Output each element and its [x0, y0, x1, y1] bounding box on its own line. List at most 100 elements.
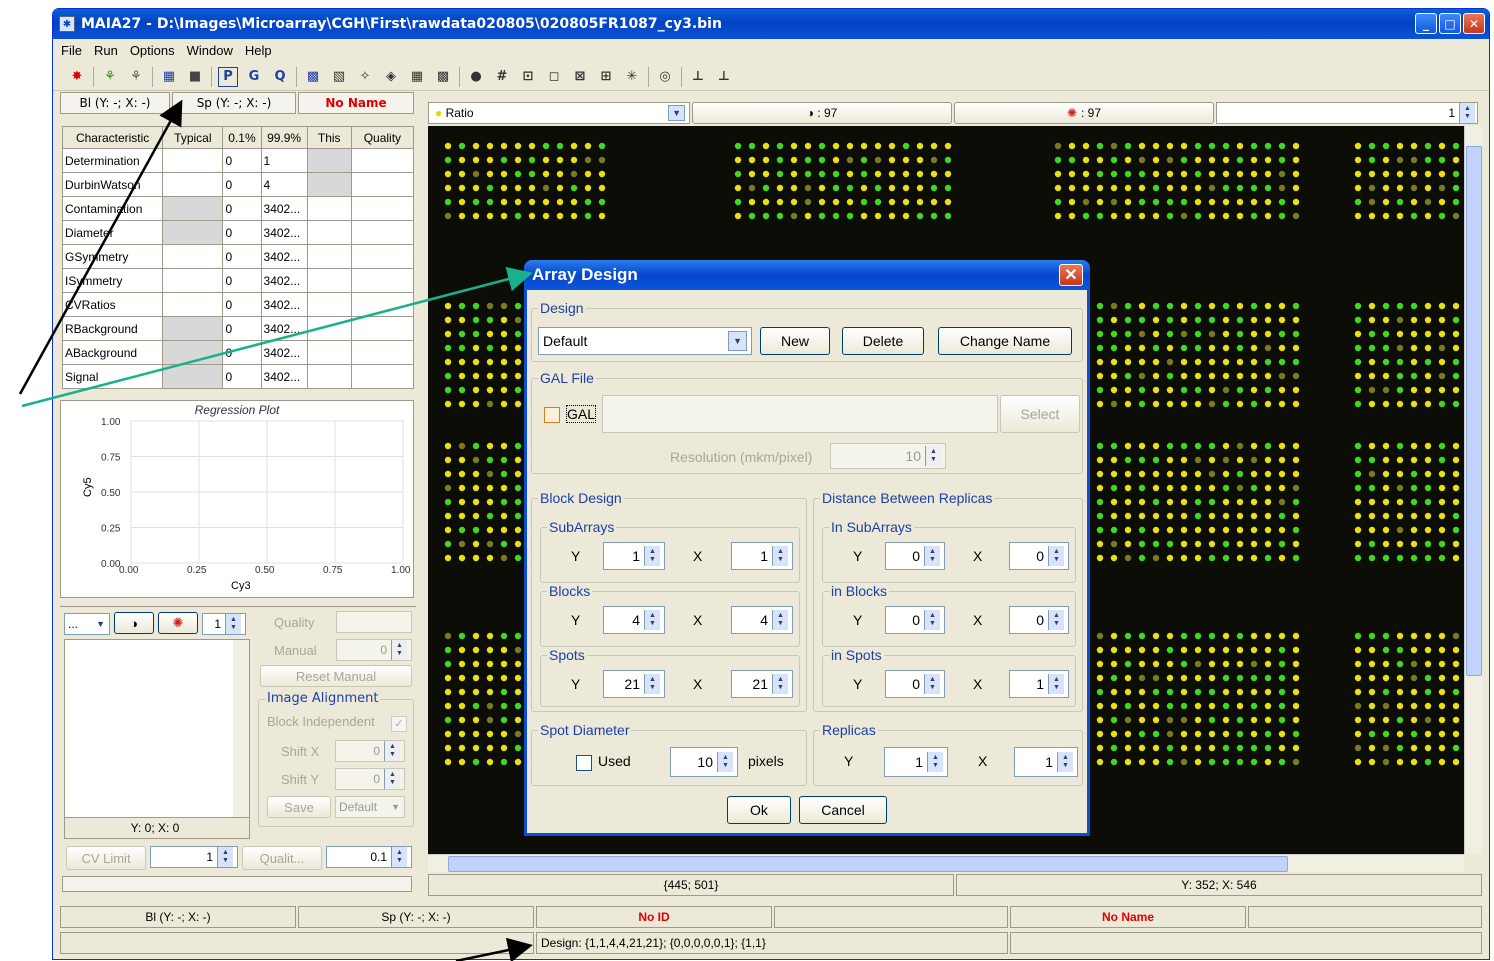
shift-y-spinner[interactable]: 0 ▲ ▼ — [335, 768, 405, 790]
in-blocks-x-spinner[interactable]: 0 ▲ ▼ — [1009, 606, 1069, 634]
spots-y-spinner[interactable]: 21 ▲ ▼ — [603, 670, 665, 698]
half-circle-button[interactable]: ◑ — [114, 612, 154, 634]
quality-limit-spinner[interactable]: 0.1 ▲ ▼ — [326, 846, 412, 868]
spot — [1180, 330, 1188, 338]
reset-manual-button[interactable]: Reset Manual — [260, 665, 412, 687]
delete-button[interactable]: Delete — [842, 327, 924, 355]
plus-box-icon[interactable]: ⊞ — [596, 67, 616, 87]
table-row[interactable]: Signal 0 3402... — [61, 364, 415, 389]
cross-box-icon[interactable]: ⊠ — [570, 67, 590, 87]
col-this[interactable]: This — [306, 126, 352, 149]
col-characteristic[interactable]: Characteristic — [61, 126, 164, 149]
frame-icon[interactable]: ◻ — [544, 67, 564, 87]
shift-x-spinner[interactable]: 0 ▲ ▼ — [335, 740, 405, 762]
target-icon[interactable]: ⊡ — [518, 67, 538, 87]
diameter-spinner[interactable]: 10 ▲ ▼ — [670, 747, 738, 777]
red-sun-button[interactable]: ✺ — [158, 612, 198, 634]
menu-run[interactable]: Run — [94, 43, 118, 58]
table-row[interactable]: GSymmetry 0 3402... — [61, 244, 415, 269]
grid-icon[interactable]: ▦ — [159, 67, 179, 87]
dialog-close-button[interactable]: ✕ — [1059, 264, 1083, 286]
in-spots-y-spinner[interactable]: 0 ▲ ▼ — [885, 670, 945, 698]
maximize-button[interactable]: □ — [1439, 13, 1461, 34]
replicas-y-spinner[interactable]: 1 ▲ ▼ — [884, 747, 948, 777]
quality-limit-button[interactable]: Qualit... — [242, 846, 322, 870]
menu-options[interactable]: Options — [130, 43, 175, 58]
diamond-icon[interactable]: ◈ — [381, 67, 401, 87]
g-icon[interactable]: G — [244, 67, 264, 87]
table-row[interactable]: Contamination 0 3402... — [61, 196, 415, 221]
in-subarrays-y-spinner[interactable]: 0 ▲ ▼ — [885, 542, 945, 570]
col-quality[interactable]: Quality — [350, 126, 415, 149]
table-row[interactable]: RBackground 0 3402... — [61, 316, 415, 341]
in-blocks-y-spinner[interactable]: 0 ▲ ▼ — [885, 606, 945, 634]
cy5-channel-button[interactable]: ◑ : 97 — [692, 102, 952, 124]
mode-dropdown[interactable]: ... ▼ — [64, 613, 110, 635]
menu-file[interactable]: File — [61, 43, 82, 58]
default-dropdown[interactable]: Default ▼ — [335, 796, 405, 818]
col-typical[interactable]: Typical — [162, 126, 224, 149]
view-spinner[interactable]: 1 ▲ ▼ — [202, 613, 246, 635]
subarrays-x-spinner[interactable]: 1 ▲ ▼ — [731, 542, 793, 570]
replicas-x-spinner[interactable]: 1 ▲ ▼ — [1014, 747, 1078, 777]
hash-icon[interactable]: # — [492, 67, 512, 87]
gal-checkbox[interactable] — [544, 407, 560, 423]
col-high[interactable]: 99.9% — [260, 126, 308, 149]
spot-list[interactable] — [64, 639, 250, 827]
matrix-icon[interactable]: ▦ — [407, 67, 427, 87]
change-name-button[interactable]: Change Name — [938, 327, 1072, 355]
p-icon[interactable]: P — [218, 66, 238, 87]
anchor1-icon[interactable]: ⊥ — [688, 67, 708, 87]
star-icon[interactable]: ✧ — [355, 67, 375, 87]
blocks-x-spinner[interactable]: 4 ▲ ▼ — [731, 606, 793, 634]
square-grid-icon[interactable]: ▧ — [329, 67, 349, 87]
table-row[interactable]: CVRatios 0 3402... — [61, 292, 415, 317]
display-mode-dropdown[interactable]: ● Ratio ▼ — [428, 102, 690, 124]
spot — [1236, 400, 1244, 408]
blocks-y-spinner[interactable]: 4 ▲ ▼ — [603, 606, 665, 634]
load-icon[interactable]: ⚘ — [100, 67, 120, 87]
red-star-icon[interactable]: ✸ — [67, 67, 87, 87]
in-spots-x-spinner[interactable]: 1 ▲ ▼ — [1009, 670, 1069, 698]
anchor2-icon[interactable]: ⊥ — [714, 67, 734, 87]
checker-icon[interactable]: ▩ — [303, 67, 323, 87]
menu-help[interactable]: Help — [245, 43, 272, 58]
asterisk-icon[interactable]: ✳ — [622, 67, 642, 87]
select-button[interactable]: Select — [1000, 395, 1080, 433]
zoom-spinner[interactable]: 1 ▲ ▼ — [1216, 102, 1478, 124]
save-button[interactable]: Save — [267, 796, 331, 818]
spot — [1354, 554, 1362, 562]
close-button[interactable]: ✕ — [1463, 13, 1485, 34]
cy3-channel-button[interactable]: ✺: 97 — [954, 102, 1214, 124]
table-row[interactable]: Determination 0 1 — [61, 148, 415, 173]
matrix2-icon[interactable]: ▩ — [433, 67, 453, 87]
manual-spinner[interactable]: 0 ▲ ▼ — [336, 639, 412, 661]
spots-x-spinner[interactable]: 21 ▲ ▼ — [731, 670, 793, 698]
block-independent-checkbox[interactable]: ✓ — [391, 716, 407, 732]
crosshair-icon[interactable]: ◎ — [655, 67, 675, 87]
menu-window[interactable]: Window — [187, 43, 233, 58]
table-row[interactable]: DurbinWatson 0 4 — [61, 172, 415, 197]
table-row[interactable]: ISymmetry 0 3402... — [61, 268, 415, 293]
q-icon[interactable]: Q — [270, 67, 290, 87]
minimize-button[interactable]: _ — [1415, 13, 1437, 34]
spot — [486, 198, 494, 206]
unload-icon[interactable]: ⚘ — [126, 67, 146, 87]
resolution-spinner[interactable]: 10 ▲ ▼ — [830, 443, 946, 469]
horizontal-scrollbar[interactable] — [428, 854, 1464, 872]
design-dropdown[interactable]: Default ▼ — [538, 327, 752, 355]
cancel-button[interactable]: Cancel — [799, 796, 887, 824]
col-low[interactable]: 0.1% — [222, 126, 262, 149]
table-row[interactable]: ABackground 0 3402... — [61, 340, 415, 365]
cv-limit-spinner[interactable]: 1 ▲ ▼ — [150, 846, 238, 868]
in-subarrays-x-spinner[interactable]: 0 ▲ ▼ — [1009, 542, 1069, 570]
stop-icon[interactable]: ■ — [185, 67, 205, 87]
subarrays-y-spinner[interactable]: 1 ▲ ▼ — [603, 542, 665, 570]
table-row[interactable]: Diameter 0 3402... — [61, 220, 415, 245]
circle-icon[interactable]: ● — [466, 67, 486, 87]
new-button[interactable]: New — [760, 327, 830, 355]
ok-button[interactable]: Ok — [727, 796, 791, 824]
used-checkbox[interactable] — [576, 755, 592, 771]
cv-limit-button[interactable]: CV Limit — [66, 846, 146, 870]
vertical-scrollbar[interactable] — [1464, 126, 1482, 854]
